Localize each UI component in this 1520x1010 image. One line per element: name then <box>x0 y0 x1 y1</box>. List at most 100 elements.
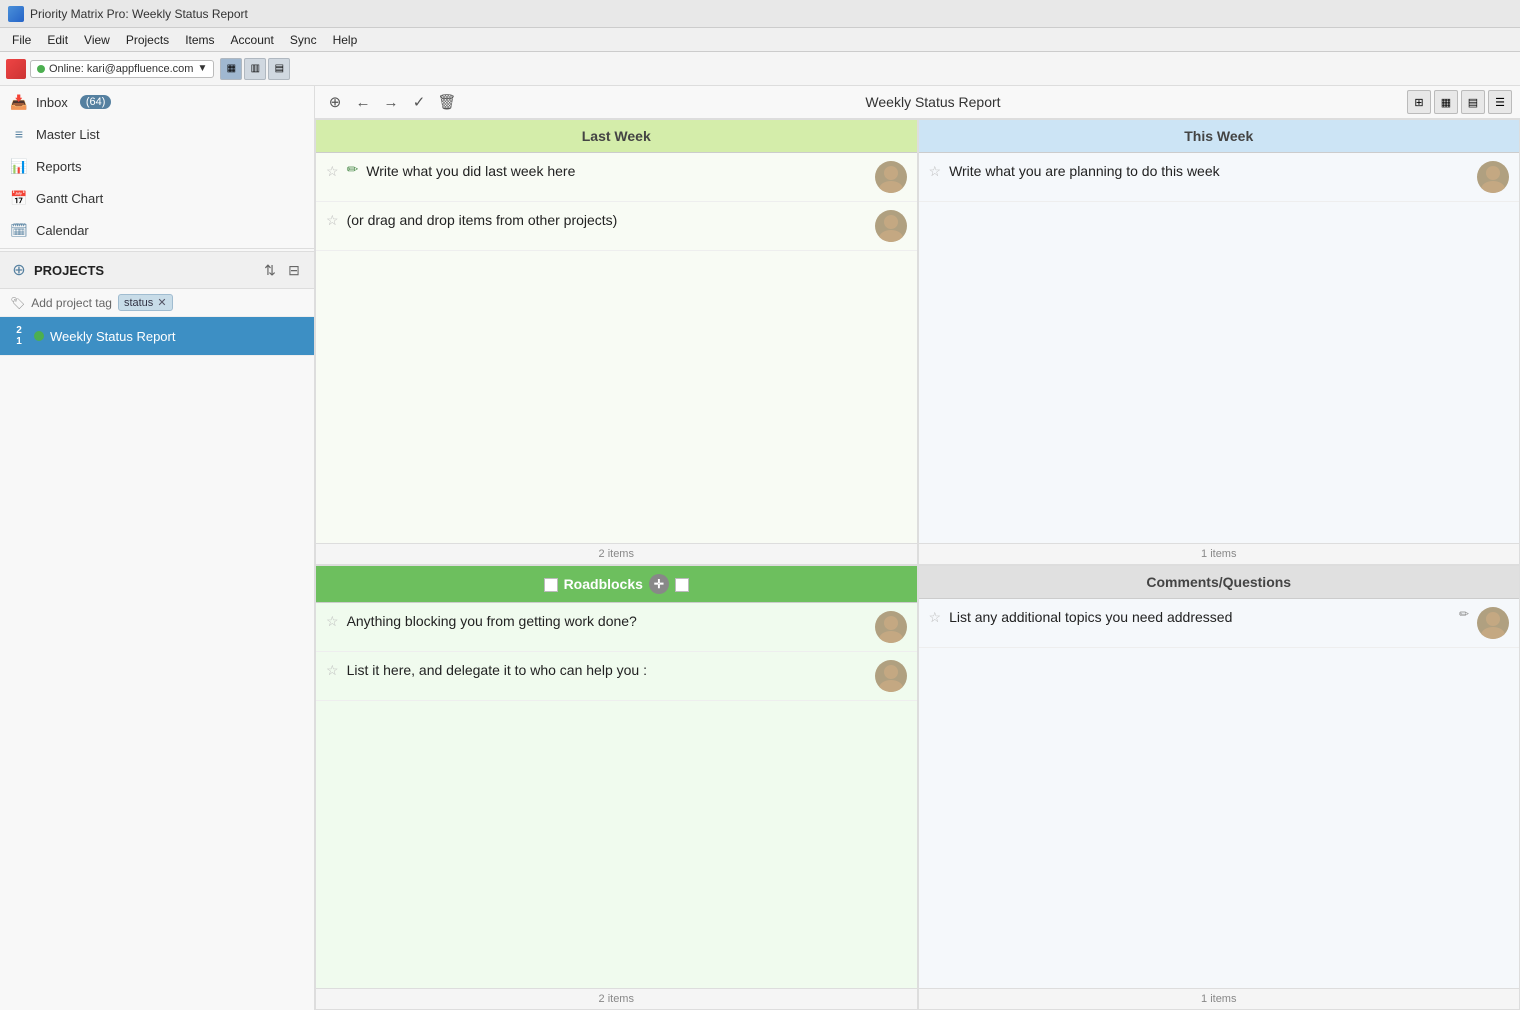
menu-items[interactable]: Items <box>177 31 222 49</box>
zoom-in-button[interactable]: ⊕ <box>323 90 347 114</box>
quadrant-grid: Last Week ☆ ✏ Write what you did last we… <box>315 119 1520 1010</box>
this-week-header: This Week <box>919 120 1520 153</box>
last-week-items: ☆ ✏ Write what you did last week here ☆ <box>316 153 917 543</box>
inbox-label: Inbox <box>36 95 68 110</box>
gantt-icon: 📅 <box>10 189 28 207</box>
user-badge[interactable]: Online: kari@appfluence.com ▼ <box>30 60 214 78</box>
user-email: Online: kari@appfluence.com <box>49 63 193 75</box>
resize-handle[interactable]: ✛ <box>649 574 669 594</box>
item-text: Write what you did last week here <box>366 161 866 182</box>
filter-projects-button[interactable]: ⊟ <box>284 260 304 280</box>
inbox-badge: (64) <box>80 95 112 109</box>
sidebar-item-master-list[interactable]: ≡ Master List <box>0 118 314 150</box>
check-button[interactable]: ✓ <box>407 90 431 114</box>
star-button[interactable]: ☆ <box>326 163 339 180</box>
project-color-dot <box>34 331 44 341</box>
quadrant-comments: Comments/Questions ☆ List any additional… <box>918 565 1520 1010</box>
quadrant-this-week: This Week ☆ Write what you are planning … <box>918 119 1520 565</box>
quadrant-last-week: Last Week ☆ ✏ Write what you did last we… <box>315 119 918 565</box>
roadblocks-checkbox[interactable] <box>544 578 558 592</box>
pencil-small-icon: ✏ <box>1459 607 1469 621</box>
roadblocks-items: ☆ Anything blocking you from getting wor… <box>316 603 917 989</box>
menu-file[interactable]: File <box>4 31 39 49</box>
star-button[interactable]: ☆ <box>929 163 942 180</box>
view-btn-2[interactable]: ▥ <box>244 58 266 80</box>
sidebar-item-gantt[interactable]: 📅 Gantt Chart <box>0 182 314 214</box>
roadblocks-checkbox-right[interactable] <box>675 578 689 592</box>
tag-name: status <box>124 297 153 309</box>
projects-header: ⊕ PROJECTS ⇅ ⊟ <box>0 251 314 289</box>
pencil-icon: ✏ <box>347 161 359 178</box>
back-button[interactable]: ← <box>351 90 375 114</box>
roadblocks-footer: 2 items <box>316 988 917 1009</box>
tag-chip-status: status ✕ <box>118 294 173 311</box>
view-btn-3[interactable]: ▤ <box>268 58 290 80</box>
menubar: File Edit View Projects Items Account Sy… <box>0 28 1520 52</box>
menu-edit[interactable]: Edit <box>39 31 76 49</box>
menu-projects[interactable]: Projects <box>118 31 177 49</box>
menu-account[interactable]: Account <box>223 31 282 49</box>
project-item-weekly-status[interactable]: 2 1 Weekly Status Report <box>0 317 314 356</box>
sort-projects-button[interactable]: ⇅ <box>260 260 280 280</box>
report-view-buttons: ⊞ ▦ ▤ ☰ <box>1407 90 1512 114</box>
menu-view[interactable]: View <box>76 31 118 49</box>
last-week-title: Last Week <box>582 128 651 144</box>
last-week-footer: 2 items <box>316 543 917 564</box>
forward-button[interactable]: → <box>379 90 403 114</box>
report-title: Weekly Status Report <box>463 94 1403 110</box>
content-area: ⊕ ← → ✓ 🗑 Weekly Status Report ⊞ ▦ ▤ ☰ L… <box>315 86 1520 1010</box>
avatar <box>1477 607 1509 639</box>
tag-icon: 🏷 <box>10 296 25 310</box>
tag-remove-button[interactable]: ✕ <box>157 296 166 309</box>
list-item: ☆ List it here, and delegate it to who c… <box>316 652 917 701</box>
star-button[interactable]: ☆ <box>929 609 942 626</box>
online-indicator <box>37 65 45 73</box>
item-text: List it here, and delegate it to who can… <box>347 660 867 681</box>
star-button[interactable]: ☆ <box>326 662 339 679</box>
projects-actions: ⇅ ⊟ <box>260 260 304 280</box>
delete-button[interactable]: 🗑 <box>435 90 459 114</box>
sidebar-item-calendar[interactable]: 🗓 Calendar <box>0 214 314 246</box>
toolbar: Online: kari@appfluence.com ▼ ▦ ▥ ▤ <box>0 52 1520 86</box>
menu-sync[interactable]: Sync <box>282 31 325 49</box>
star-button[interactable]: ☆ <box>326 613 339 630</box>
avatar <box>1477 161 1509 193</box>
reports-label: Reports <box>36 159 82 174</box>
item-text: List any additional topics you need addr… <box>949 607 1451 628</box>
add-project-tag-label[interactable]: Add project tag <box>31 296 112 310</box>
sidebar-item-inbox[interactable]: 📥 Inbox (64) <box>0 86 314 118</box>
calendar-icon: 🗓 <box>10 221 28 239</box>
avatar <box>875 161 907 193</box>
comments-items: ☆ List any additional topics you need ad… <box>919 599 1520 989</box>
gantt-label: Gantt Chart <box>36 191 103 206</box>
star-button[interactable]: ☆ <box>326 212 339 229</box>
sidebar-item-reports[interactable]: 📊 Reports <box>0 150 314 182</box>
list-item: ☆ Write what you are planning to do this… <box>919 153 1520 202</box>
avatar <box>875 611 907 643</box>
dropdown-arrow[interactable]: ▼ <box>197 63 207 74</box>
tag-filter-row: 🏷 Add project tag status ✕ <box>0 289 314 317</box>
report-view-grid[interactable]: ⊞ <box>1407 90 1431 114</box>
main-layout: 📥 Inbox (64) ≡ Master List 📊 Reports 📅 G… <box>0 86 1520 1010</box>
report-toolbar: ⊕ ← → ✓ 🗑 Weekly Status Report ⊞ ▦ ▤ ☰ <box>315 86 1520 119</box>
report-view-table[interactable]: ▦ <box>1434 90 1458 114</box>
app-title: Priority Matrix Pro: Weekly Status Repor… <box>30 7 248 21</box>
quadrant-roadblocks: Roadblocks ✛ ☆ Anything blocking you fro… <box>315 565 918 1010</box>
project-num-top: 2 <box>16 325 22 336</box>
project-num-bottom: 1 <box>16 336 22 347</box>
add-project-icon[interactable]: ⊕ <box>10 261 28 279</box>
report-view-list[interactable]: ☰ <box>1488 90 1512 114</box>
avatar <box>875 660 907 692</box>
report-view-chart[interactable]: ▤ <box>1461 90 1485 114</box>
sidebar-divider <box>0 248 314 249</box>
menu-help[interactable]: Help <box>325 31 366 49</box>
comments-footer: 1 items <box>919 988 1520 1009</box>
master-list-label: Master List <box>36 127 100 142</box>
project-num-badge: 2 1 <box>10 325 28 347</box>
sidebar: 📥 Inbox (64) ≡ Master List 📊 Reports 📅 G… <box>0 86 315 1010</box>
roadblocks-title: Roadblocks <box>564 576 643 592</box>
last-week-header: Last Week <box>316 120 917 153</box>
view-btn-1[interactable]: ▦ <box>220 58 242 80</box>
app-logo-icon <box>6 59 26 79</box>
comments-header: Comments/Questions <box>919 566 1520 599</box>
